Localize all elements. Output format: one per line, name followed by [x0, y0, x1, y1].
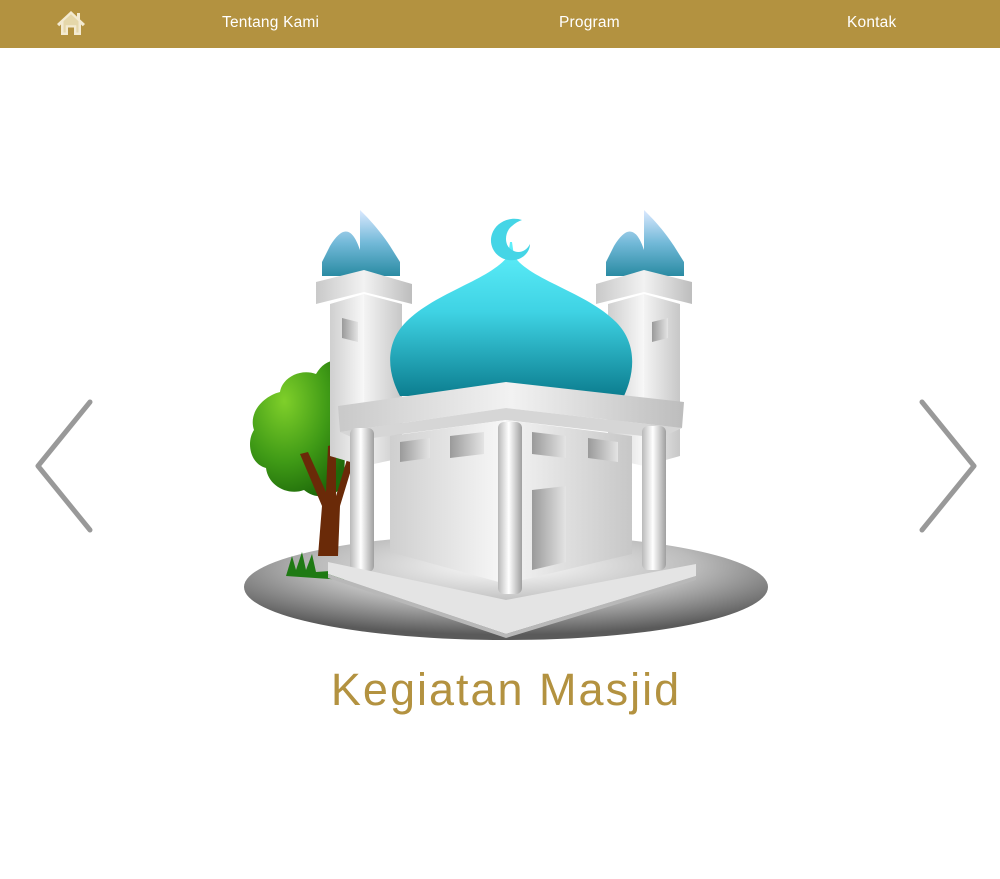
- chevron-left-icon: [35, 399, 93, 533]
- home-icon: [57, 11, 85, 35]
- slider-next-button[interactable]: [916, 396, 980, 536]
- slider-prev-button[interactable]: [32, 396, 96, 536]
- chevron-right-icon: [919, 399, 977, 533]
- mosque-illustration: [244, 210, 768, 640]
- home-link[interactable]: [56, 9, 86, 37]
- top-navbar: Tentang Kami Program Kontak: [0, 0, 1000, 48]
- nav-link-kontak[interactable]: Kontak: [847, 14, 896, 32]
- slide-caption: Kegiatan Masjid: [330, 664, 682, 715]
- nav-link-tentang-kami[interactable]: Tentang Kami: [222, 14, 319, 32]
- nav-link-program[interactable]: Program: [559, 14, 620, 32]
